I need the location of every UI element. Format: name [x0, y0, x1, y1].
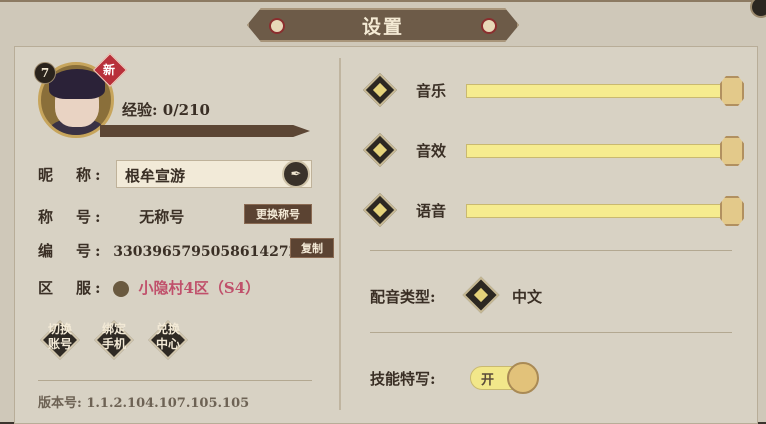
page-title: 设置 [361, 15, 404, 38]
voice-icon [363, 193, 397, 227]
sfx-slider-handle[interactable] [720, 136, 744, 166]
music-icon [363, 73, 397, 107]
id-value: 3303965795058614272 [113, 244, 299, 260]
redeem-center-button[interactable]: 兑换 中心 [148, 320, 188, 360]
music-slider-handle[interactable] [720, 76, 744, 106]
sfx-slider-fill [467, 145, 727, 157]
title-banner: 设置 [247, 8, 519, 42]
nickname-value: 根牟宣游 [125, 167, 186, 185]
server-emblem-icon [113, 281, 130, 297]
voice-setting: 语音 [350, 190, 750, 230]
nickname-label: 昵 称: [38, 166, 105, 184]
switch-account-button[interactable]: 切换 账号 [40, 320, 80, 360]
version-label: 版本号: 1.1.2.104.107.105.105 [38, 396, 250, 411]
voice-slider-handle[interactable] [720, 196, 744, 226]
redeem-center-label: 兑换 中心 [155, 322, 180, 351]
server-label: 区 服: [38, 279, 105, 297]
id-label: 编 号: [38, 242, 105, 260]
sfx-label: 音效 [416, 142, 447, 160]
music-setting: 音乐 [350, 70, 750, 110]
title-row: 称 号: 无称号 [38, 206, 184, 227]
voice-label: 语音 [416, 202, 447, 220]
server-row: 区 服: 小隐村4区（S4） [38, 277, 260, 298]
skill-closeup-toggle[interactable]: 开 [470, 362, 539, 394]
nickname-row: 昵 称: [38, 164, 108, 185]
sound-effect-icon [363, 133, 397, 167]
exp-label: 经验: 0/210 [122, 101, 210, 119]
divider [38, 380, 312, 381]
server-value: 小隐村4区（S4） [138, 279, 261, 297]
title-value: 无称号 [139, 208, 185, 226]
new-badge-label: 新 [102, 63, 115, 77]
divider [370, 250, 732, 251]
exp-bar [100, 125, 310, 137]
voice-slider-fill [467, 205, 727, 217]
music-label: 音乐 [416, 82, 447, 100]
level-badge: 7 [34, 62, 56, 84]
dub-type-label: 配音类型: [370, 288, 436, 306]
sfx-setting: 音效 [350, 130, 750, 170]
music-slider-fill [467, 85, 727, 97]
dub-type-select-icon[interactable] [462, 276, 500, 314]
switch-account-label: 切换 账号 [47, 322, 72, 351]
change-title-button[interactable]: 更换称号 [244, 204, 312, 224]
column-divider [339, 58, 341, 410]
toggle-knob[interactable] [507, 362, 539, 394]
skill-closeup-label: 技能特写: [370, 370, 436, 388]
pen-icon: ✒ [290, 166, 302, 182]
audio-settings-section: 音乐 音效 语音 配音类型: 中文 技能特写: 开 [350, 52, 750, 412]
voice-slider[interactable] [466, 204, 728, 218]
close-icon[interactable] [750, 0, 766, 18]
dub-type-value[interactable]: 中文 [512, 286, 542, 307]
music-slider[interactable] [466, 84, 728, 98]
bind-phone-label: 绑定 手机 [101, 322, 126, 351]
divider [370, 332, 732, 333]
bind-phone-button[interactable]: 绑定 手机 [94, 320, 134, 360]
title-label: 称 号: [38, 208, 105, 226]
toggle-state-label: 开 [481, 373, 495, 388]
id-row: 编 号: 3303965795058614272 [38, 240, 298, 261]
copy-button[interactable]: 复制 [290, 238, 334, 258]
profile-section: 7 新 经验: 0/210 昵 称: 根牟宣游 ✒ 称 号: 无称号 更换称号 … [28, 52, 334, 412]
sfx-slider[interactable] [466, 144, 728, 158]
settings-panel: 设置 7 新 经验: 0/210 昵 称: 根牟宣游 ✒ 称 号: 无称号 更换… [0, 0, 766, 424]
edit-nickname-button[interactable]: ✒ [282, 160, 310, 188]
